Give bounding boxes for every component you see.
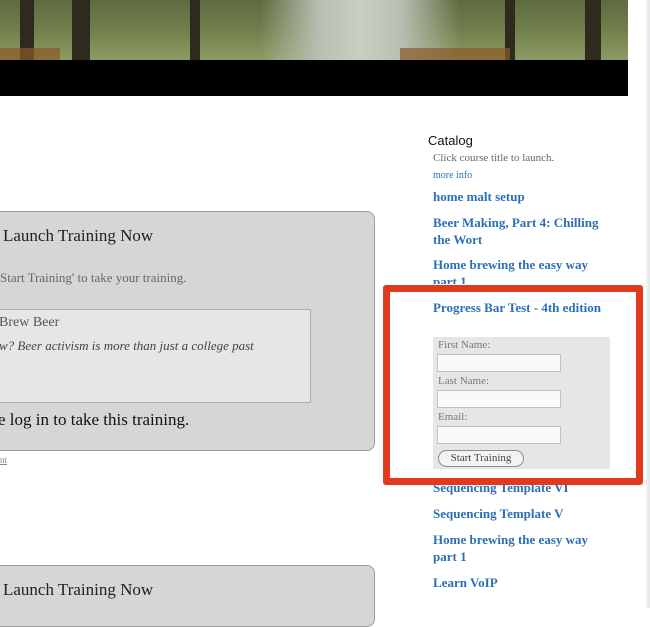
panel-instructions: Start Training' to take your training. — [0, 270, 187, 285]
highlight-annotation-box — [383, 285, 643, 485]
catalog-heading: Catalog — [428, 133, 473, 148]
more-info-link[interactable]: more info — [433, 170, 472, 181]
catalog-instructions: Click course title to launch. — [433, 152, 555, 164]
course-link[interactable]: home malt setup — [433, 188, 613, 205]
banner-leaves — [400, 48, 510, 60]
course-link[interactable]: Home brewing the easy way part 1 — [433, 256, 613, 284]
course-link[interactable]: Beer Making, Part 4: Chilling the Wort — [433, 214, 613, 248]
course-link[interactable]: Sequencing Template V — [433, 505, 613, 522]
training-panel: Launch Training Now Start Training' to t… — [0, 211, 375, 451]
course-info-box: Brew Beer w? Beer activism is more than … — [0, 309, 311, 403]
login-message: e log in to take this training. — [0, 410, 190, 429]
course-link[interactable]: Home brewing the easy way part 1 — [433, 531, 613, 565]
panel-title: Launch Training Now — [3, 226, 154, 245]
course-description: w? Beer activism is more than just a col… — [0, 338, 254, 353]
training-panel: Launch Training Now — [0, 565, 375, 627]
banner-tree — [72, 0, 90, 60]
page-edge-shadow — [646, 0, 650, 608]
header-banner-image — [0, 0, 628, 60]
banner-tree — [190, 0, 200, 60]
panel-title: Launch Training Now — [3, 580, 154, 599]
nav-bar — [0, 60, 628, 96]
course-link[interactable]: Learn VoIP — [433, 574, 613, 591]
banner-tree — [585, 0, 601, 60]
footer-link[interactable]: nt — [0, 455, 7, 465]
banner-leaves — [0, 48, 60, 60]
course-name: Brew Beer — [0, 315, 60, 330]
